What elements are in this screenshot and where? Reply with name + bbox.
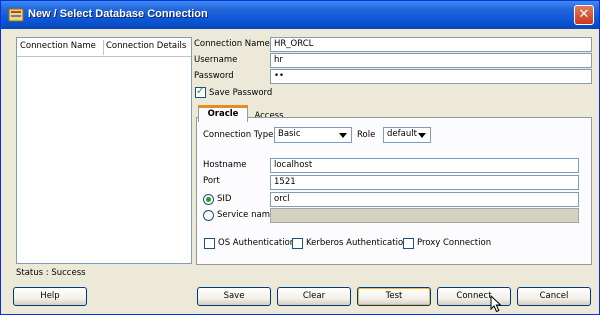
column-header-connection-name[interactable]: Connection Name: [20, 41, 96, 51]
port-field[interactable]: 1521: [270, 175, 579, 190]
service-name-field[interactable]: [270, 208, 579, 223]
proxy-connection-checkbox[interactable]: [403, 238, 414, 249]
hostname-label: Hostname: [203, 160, 247, 170]
clear-button[interactable]: Clear: [277, 287, 351, 306]
os-authentication-label: OS Authentication: [218, 238, 296, 248]
connection-name-label: Connection Name: [194, 39, 270, 49]
password-label: Password: [194, 71, 234, 81]
username-label: Username: [194, 55, 238, 65]
save-password-label: Save Password: [209, 88, 273, 98]
status-text: Status : Success: [16, 268, 86, 278]
tab-oracle[interactable]: Oracle: [198, 105, 248, 122]
sid-radio[interactable]: [203, 194, 214, 205]
port-label: Port: [203, 176, 220, 186]
username-field[interactable]: hr: [270, 53, 592, 68]
sid-field[interactable]: orcl: [270, 192, 579, 207]
chevron-down-icon: [418, 133, 426, 138]
role-select[interactable]: default: [383, 127, 431, 143]
close-button[interactable]: ✕: [574, 5, 594, 25]
save-button[interactable]: Save: [197, 287, 271, 306]
test-button[interactable]: Test: [357, 287, 431, 306]
dialog-window: New / Select Database Connection ✕ Conne…: [0, 0, 600, 315]
hostname-field[interactable]: localhost: [270, 158, 579, 173]
password-field[interactable]: ••: [270, 69, 592, 84]
role-value: default: [387, 129, 417, 139]
mouse-pointer-icon: [490, 295, 502, 313]
connections-table-header: Connection Name Connection Details: [17, 38, 191, 57]
database-connection-icon: [8, 8, 24, 22]
sid-label: SID: [217, 194, 232, 204]
help-button[interactable]: Help: [13, 287, 87, 306]
proxy-connection-label: Proxy Connection: [417, 238, 492, 248]
service-name-radio[interactable]: [203, 210, 214, 221]
connection-type-value: Basic: [278, 129, 301, 139]
dialog-body: Connection Name Connection Details Statu…: [4, 29, 596, 313]
kerberos-authentication-checkbox[interactable]: [292, 238, 303, 249]
connections-table[interactable]: Connection Name Connection Details: [16, 37, 192, 264]
connection-type-select[interactable]: Basic: [274, 127, 352, 143]
title-bar[interactable]: New / Select Database Connection ✕: [1, 1, 599, 29]
column-header-connection-details[interactable]: Connection Details: [106, 41, 186, 51]
kerberos-authentication-label: Kerberos Authentication: [306, 238, 409, 248]
connection-name-field[interactable]: HR_ORCL: [270, 37, 592, 52]
window-title: New / Select Database Connection: [28, 8, 208, 20]
service-name-label: Service name: [217, 210, 276, 220]
column-divider[interactable]: [103, 40, 104, 55]
chevron-down-icon: [339, 133, 347, 138]
cancel-button[interactable]: Cancel: [517, 287, 591, 306]
connection-type-label: Connection Type: [203, 130, 274, 140]
save-password-checkbox[interactable]: [195, 86, 206, 98]
os-authentication-checkbox[interactable]: [204, 238, 215, 249]
role-label: Role: [357, 130, 376, 140]
